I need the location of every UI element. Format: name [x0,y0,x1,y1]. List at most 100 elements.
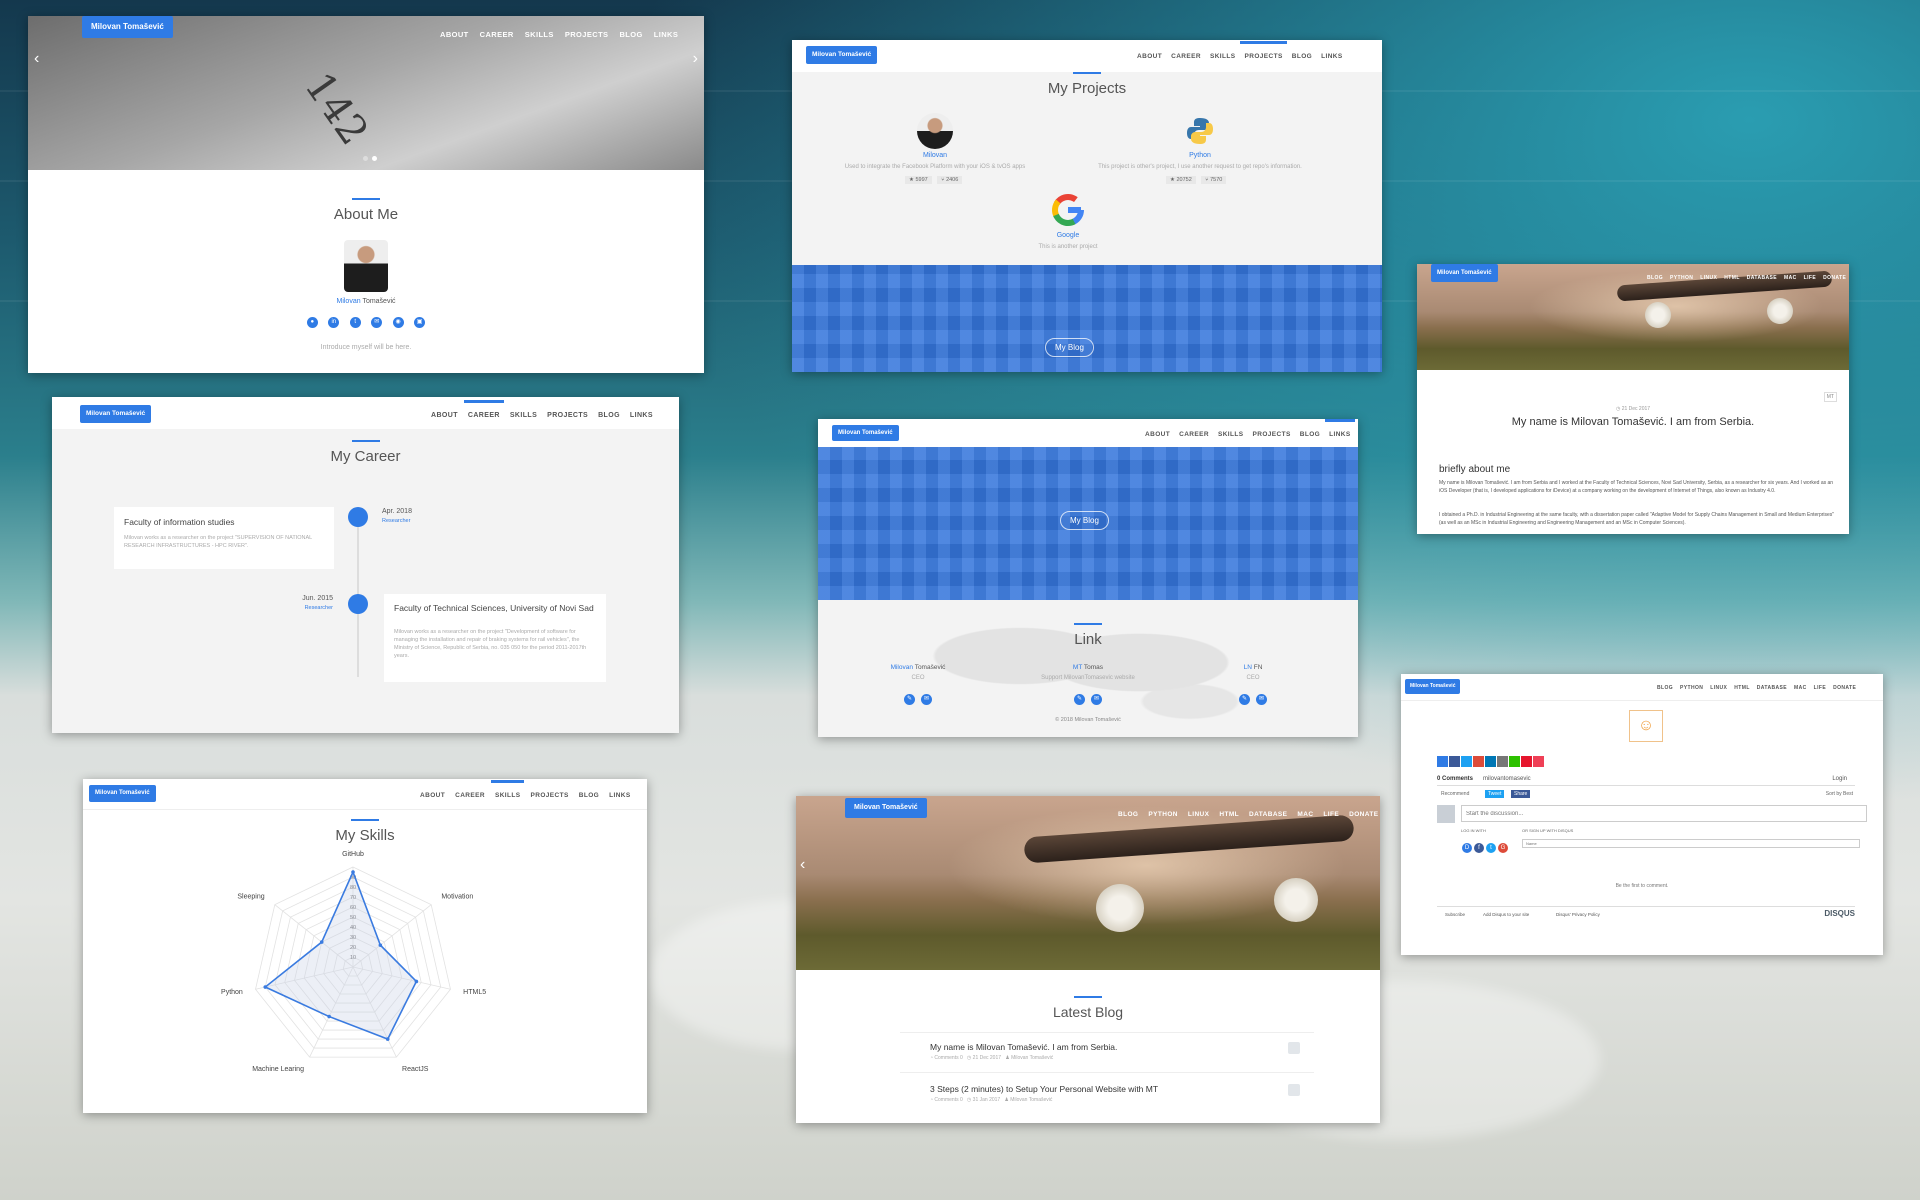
nav-blog[interactable]: BLOG [1300,431,1320,438]
nav-mac[interactable]: MAC [1784,275,1797,281]
nav-linux[interactable]: LINUX [1188,811,1210,818]
disqus-site[interactable]: milovantomasevic [1483,776,1531,782]
email-icon[interactable]: ✉ [1091,694,1102,705]
nav-projects[interactable]: PROJECTS [547,412,588,419]
nav-blog[interactable]: BLOG [1292,53,1312,60]
blog-post-title[interactable]: My name is Milovan Tomašević. I am from … [930,1042,1117,1052]
nav-html[interactable]: HTML [1724,275,1739,281]
tweet-button[interactable]: Tweet [1485,790,1505,798]
nav-donate[interactable]: DONATE [1833,685,1856,691]
nav-database[interactable]: DATABASE [1747,275,1777,281]
nav-career[interactable]: CAREER [480,30,514,39]
twitter-icon[interactable] [1461,756,1472,767]
nav-blog[interactable]: BLOG [1657,685,1673,691]
nav-career[interactable]: CAREER [1171,53,1201,60]
email-icon[interactable]: ✉ [1256,694,1267,705]
nav-database[interactable]: DATABASE [1757,685,1787,691]
my-blog-button[interactable]: My Blog [1060,511,1109,530]
nav-about[interactable]: ABOUT [440,30,469,39]
weibo-icon[interactable] [1521,756,1532,767]
googleplus-icon[interactable] [1473,756,1484,767]
sort-select[interactable]: Sort by Best [1826,791,1853,797]
name-input[interactable] [1522,839,1860,848]
nav-blog[interactable]: BLOG [619,30,642,39]
nav-projects[interactable]: PROJECTS [1252,431,1290,438]
project-name[interactable]: Google [1018,232,1118,239]
nav-skills[interactable]: SKILLS [510,412,537,419]
nav-about[interactable]: ABOUT [431,412,458,419]
nav-python[interactable]: PYTHON [1670,275,1693,281]
carousel-next-icon[interactable]: › [693,50,698,68]
nav-mac[interactable]: MAC [1794,685,1807,691]
my-blog-button[interactable]: My Blog [1045,338,1094,357]
nav-blog[interactable]: BLOG [1118,811,1138,818]
nav-python[interactable]: PYTHON [1680,685,1703,691]
nav-donate[interactable]: DONATE [1349,811,1378,818]
privacy-link[interactable]: Disqus' Privacy Policy [1556,912,1600,917]
carousel-dots[interactable] [363,148,378,166]
disqus-login-icon[interactable]: D [1462,843,1472,853]
brand-button[interactable]: Milovan Tomašević [1405,679,1461,694]
nav-python[interactable]: PYTHON [1148,811,1178,818]
login-link[interactable]: Login [1832,776,1847,782]
nav-career[interactable]: CAREER [1179,431,1209,438]
facebook-icon[interactable] [1449,756,1460,767]
twitter-icon[interactable]: t [349,317,361,328]
blog-post-title[interactable]: 3 Steps (2 minutes) to Setup Your Person… [930,1084,1158,1094]
email-icon[interactable]: ✉ [921,694,932,705]
nav-about[interactable]: ABOUT [1145,431,1170,438]
blog-icon[interactable]: ▣ [414,317,426,328]
brand-button[interactable]: Milovan Tomašević [1431,264,1498,282]
carousel-prev-icon[interactable]: ‹ [34,50,39,68]
nav-life[interactable]: LIFE [1323,811,1339,818]
link-icon[interactable]: ✎ [1074,694,1085,705]
brand-button[interactable]: Milovan Tomašević [832,425,899,441]
rss-icon[interactable]: ◉ [392,317,404,328]
linkedin-icon[interactable]: in [328,317,340,328]
carousel-prev-icon[interactable]: ‹ [800,856,805,874]
link-icon[interactable]: ✎ [904,694,915,705]
nav-links[interactable]: LINKS [654,30,679,39]
nav-links[interactable]: LINKS [630,412,653,419]
brand-button[interactable]: Milovan Tomašević [845,798,927,818]
comment-input[interactable] [1461,805,1867,822]
brand-button[interactable]: Milovan Tomašević [82,16,173,38]
nav-skills[interactable]: SKILLS [1210,53,1236,60]
nav-skills[interactable]: SKILLS [525,30,554,39]
nav-life[interactable]: LIFE [1814,685,1826,691]
twitter-login-icon[interactable]: t [1486,843,1496,853]
nav-linux[interactable]: LINUX [1710,685,1727,691]
email-icon[interactable] [1497,756,1508,767]
link-icon[interactable]: ✎ [1239,694,1250,705]
nav-html[interactable]: HTML [1219,811,1239,818]
nav-projects[interactable]: PROJECTS [1240,41,1288,60]
github-icon[interactable]: ● [306,317,318,328]
nav-life[interactable]: LIFE [1804,275,1816,281]
nav-html[interactable]: HTML [1734,685,1749,691]
project-name[interactable]: Milovan [885,152,985,159]
nav-career[interactable]: CAREER [463,400,504,419]
nav-skills[interactable]: SKILLS [1218,431,1244,438]
wechat-icon[interactable] [1509,756,1520,767]
comment-count[interactable]: 0 Comments [1437,776,1473,782]
facebook-login-icon[interactable]: f [1474,843,1484,853]
smile-reaction-icon[interactable]: ☺ [1629,710,1663,742]
nav-blog[interactable]: BLOG [598,412,620,419]
nav-links[interactable]: LINKS [1321,53,1343,60]
nav-database[interactable]: DATABASE [1249,811,1287,818]
linkedin-icon[interactable] [1485,756,1496,767]
recommend-button[interactable]: Recommend [1441,791,1469,797]
nav-donate[interactable]: DONATE [1823,275,1846,281]
nav-about[interactable]: ABOUT [1137,53,1162,60]
project-name[interactable]: Python [1150,152,1250,159]
brand-button[interactable]: Milovan Tomašević [806,46,878,64]
nav-projects[interactable]: PROJECTS [565,30,609,39]
nav-blog[interactable]: BLOG [1647,275,1663,281]
nav-linux[interactable]: LINUX [1700,275,1717,281]
share-button[interactable]: Share [1511,790,1531,798]
nav-mac[interactable]: MAC [1297,811,1313,818]
google-login-icon[interactable]: G [1498,843,1508,853]
email-icon[interactable]: ✉ [371,317,383,328]
add-disqus-link[interactable]: Add Disqus to your site [1483,912,1529,917]
subscribe-link[interactable]: Subscribe [1445,912,1465,917]
